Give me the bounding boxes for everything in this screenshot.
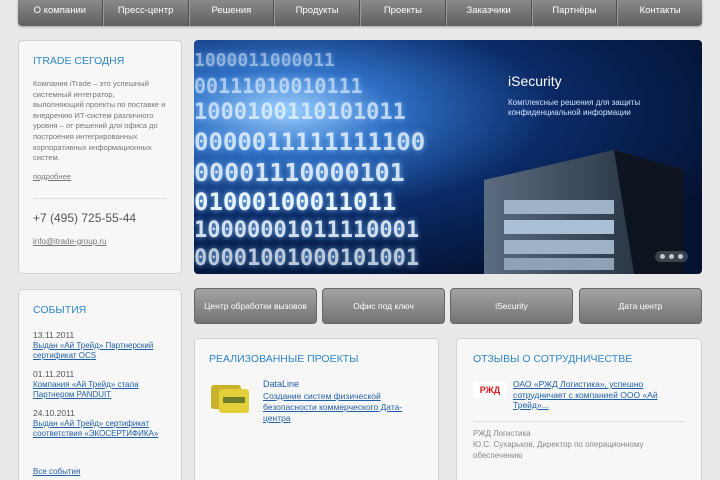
isecurity-button[interactable]: iSecurity xyxy=(450,288,573,324)
event-date: 24.10.2011 xyxy=(33,408,75,418)
event-date: 13.11.2011 xyxy=(33,330,75,340)
rzd-logo-icon: РЖД xyxy=(473,382,507,398)
project-name[interactable]: DataLine xyxy=(263,379,424,389)
review-link[interactable]: ОАО «РЖД Логистика», успешно сотрудничае… xyxy=(513,379,685,411)
event-item: 13.11.2011 Выдан «Ай Трейд» Партнерский … xyxy=(33,330,167,360)
hero-dot[interactable] xyxy=(669,254,674,259)
all-events-link[interactable]: Все события xyxy=(33,467,80,476)
about-text: Компания iTrade – это успешный системный… xyxy=(33,79,166,163)
event-link[interactable]: Выдан «Ай Трейд» сертификат соответствия… xyxy=(33,419,167,438)
nav-item-products[interactable]: Продукты xyxy=(274,0,360,26)
events-title: СОБЫТИЯ xyxy=(33,304,87,316)
nav-item-press[interactable]: Пресс-центр xyxy=(102,0,189,26)
reviews-title: ОТЗЫВЫ О СОТРУДНИЧЕСТВЕ xyxy=(473,353,633,365)
hero-pager xyxy=(655,251,688,262)
data-center-button[interactable]: Дата центр xyxy=(579,288,702,324)
dataline-logo-image[interactable] xyxy=(209,379,251,417)
server-rack-image xyxy=(484,150,684,274)
about-divider xyxy=(33,197,167,199)
about-panel: ITRADE СЕГОДНЯ Компания iTrade – это усп… xyxy=(18,40,182,274)
review-item: РЖД ОАО «РЖД Логистика», успешно сотрудн… xyxy=(473,379,685,411)
turnkey-office-button[interactable]: Офис под ключ xyxy=(322,288,445,324)
reviews-panel: ОТЗЫВЫ О СОТРУДНИЧЕСТВЕ РЖД ОАО «РЖД Лог… xyxy=(456,338,702,480)
event-link[interactable]: Выдан «Ай Трейд» Партнерский сертификат … xyxy=(33,341,167,360)
projects-title: РЕАЛИЗОВАННЫЕ ПРОЕКТЫ xyxy=(209,353,359,365)
project-description-link[interactable]: Создание систем физической безопасности … xyxy=(263,391,424,424)
hero-dot[interactable] xyxy=(660,254,665,259)
event-date: 01.11.2011 xyxy=(33,369,75,379)
hero-title: iSecurity xyxy=(508,73,562,89)
hero-banner[interactable]: 1000011000011 00111010010111 10001001101… xyxy=(194,40,702,274)
rzd-logo-text: РЖД xyxy=(479,385,501,395)
phone-number: +7 (495) 725-55-44 xyxy=(33,210,137,225)
event-link[interactable]: Компания «Ай Трейд» стала Партнером PAND… xyxy=(33,380,167,399)
event-item: 01.11.2011 Компания «Ай Трейд» стала Пар… xyxy=(33,369,167,399)
nav-item-clients[interactable]: Заказчики xyxy=(445,0,532,26)
top-navigation: О компании Пресс-центр Решения Продукты … xyxy=(18,0,702,26)
review-divider xyxy=(473,420,685,422)
project-item: DataLine Создание систем физической безо… xyxy=(209,379,424,424)
hero-dot[interactable] xyxy=(678,254,683,259)
events-panel: СОБЫТИЯ 13.11.2011 Выдан «Ай Трейд» Парт… xyxy=(18,289,182,480)
call-center-button[interactable]: Центр обработки вызовов xyxy=(194,288,317,324)
nav-item-contacts[interactable]: Контакты xyxy=(617,0,702,26)
nav-item-partners[interactable]: Партнёры xyxy=(531,0,618,26)
review-author: Ю.С. Сухарьков, Директор по операционном… xyxy=(473,439,644,460)
binary-digits-graphic: 1000011000011 00111010010111 10001001101… xyxy=(194,50,426,271)
projects-panel: РЕАЛИЗОВАННЫЕ ПРОЕКТЫ DataLine Создание … xyxy=(194,338,439,480)
about-title: ITRADE СЕГОДНЯ xyxy=(33,55,125,67)
about-more-link[interactable]: подробнее xyxy=(33,172,71,181)
email-link[interactable]: info@itrade-group.ru xyxy=(33,237,107,246)
event-item: 24.10.2011 Выдан «Ай Трейд» сертификат с… xyxy=(33,408,167,438)
review-company: РЖД Логистика xyxy=(473,428,531,438)
hero-subtitle: Комплексные решения для защиты конфиденц… xyxy=(508,98,641,117)
nav-item-projects[interactable]: Проекты xyxy=(360,0,446,26)
nav-item-solutions[interactable]: Решения xyxy=(188,0,275,26)
nav-item-about[interactable]: О компании xyxy=(18,0,103,26)
